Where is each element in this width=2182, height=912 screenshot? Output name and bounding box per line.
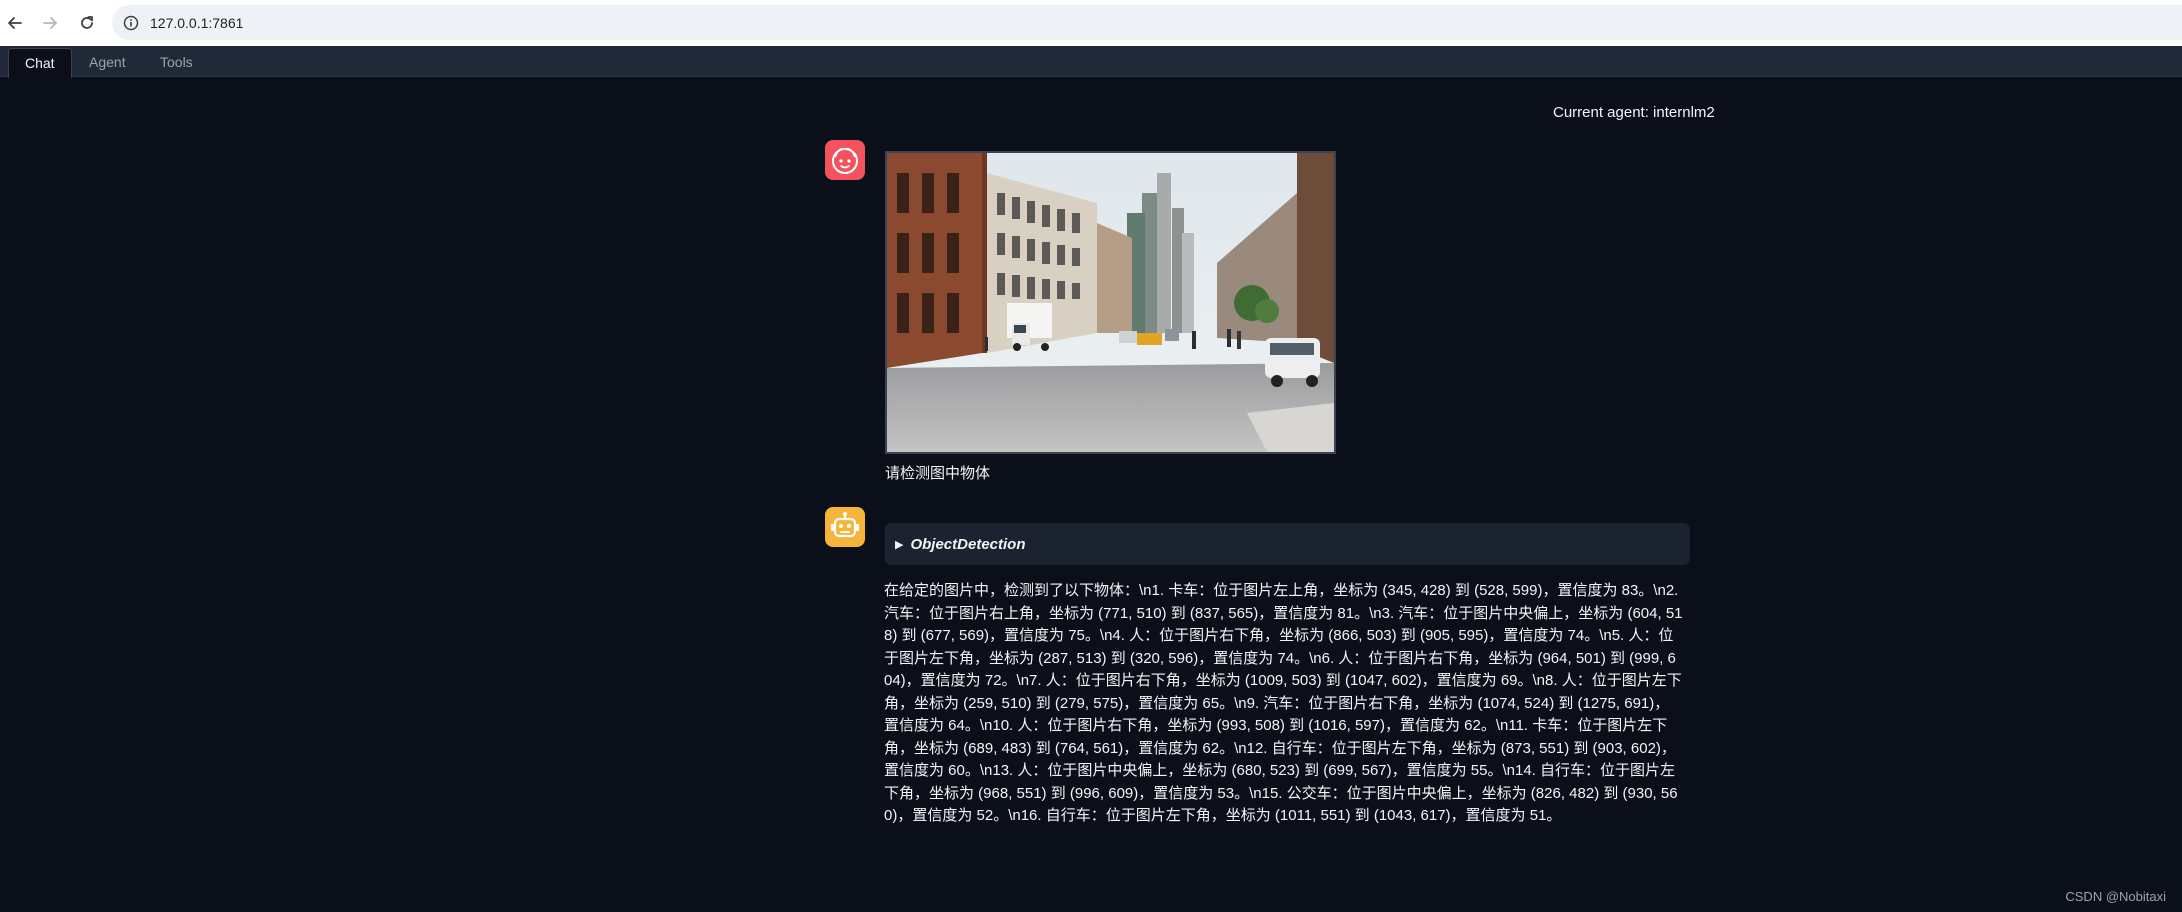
url-text: 127.0.0.1:7861: [150, 14, 244, 31]
tool-call-details[interactable]: ▶ ObjectDetection: [885, 523, 1690, 565]
bot-message-text: 在给定的图片中，检测到了以下物体：\n1. 卡车：位于图片左上角，坐标为 (34…: [884, 582, 1683, 824]
browser-toolbar: 127.0.0.1:7861: [0, 0, 2182, 46]
expand-triangle-icon[interactable]: ▶: [895, 538, 903, 551]
street-scene-photo: [885, 151, 1336, 454]
address-bar[interactable]: 127.0.0.1:7861: [112, 5, 2182, 40]
app-tab-bar: Chat Agent Tools: [0, 46, 2182, 78]
site-info-icon[interactable]: [122, 14, 140, 32]
reload-icon[interactable]: [76, 12, 98, 34]
watermark: CSDN @Nobitaxi: [2065, 889, 2166, 904]
robot-icon: [825, 507, 865, 547]
tool-name: ObjectDetection: [910, 535, 1026, 553]
user-message-text: 请检测图中物体: [885, 465, 991, 482]
back-arrow-icon[interactable]: [4, 12, 26, 34]
current-agent-label: Current agent: internlm2: [1553, 104, 1715, 121]
tab-tools[interactable]: Tools: [144, 48, 209, 76]
user-face-icon: [825, 140, 865, 180]
tab-agent[interactable]: Agent: [73, 48, 142, 76]
forward-arrow-icon[interactable]: [39, 12, 61, 34]
tab-chat[interactable]: Chat: [8, 48, 72, 78]
